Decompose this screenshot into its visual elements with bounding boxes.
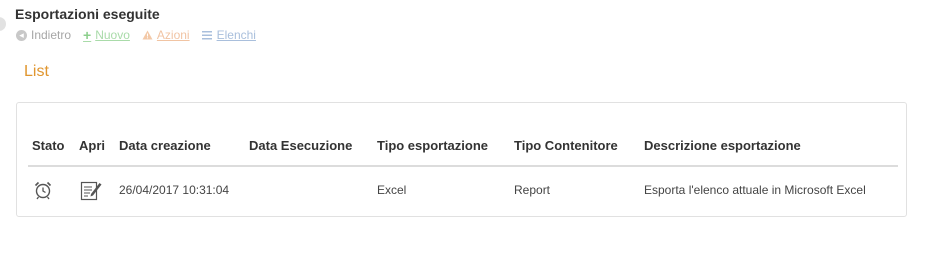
column-header-stato[interactable]: Stato	[32, 128, 65, 163]
arrow-left-circle-icon: ◂	[16, 29, 27, 41]
exports-table: Stato Apri Data creazione Data Esecuzion…	[28, 130, 898, 213]
status-cell	[32, 167, 54, 213]
edge-tab-circle	[0, 17, 6, 31]
column-header-apri[interactable]: Apri	[79, 128, 105, 163]
back-button[interactable]: ◂ Indietro	[16, 28, 71, 42]
column-header-descrizione[interactable]: Descrizione esportazione	[644, 128, 801, 163]
edit-document-icon[interactable]	[79, 179, 103, 201]
list-icon	[201, 30, 213, 40]
warning-icon	[142, 30, 153, 40]
alarm-clock-icon	[32, 179, 54, 201]
actions-button[interactable]: Azioni	[142, 28, 190, 42]
section-title: List	[24, 63, 49, 80]
open-cell	[79, 167, 103, 213]
column-header-data-esecuzione[interactable]: Data Esecuzione	[249, 128, 352, 163]
column-header-tipo-contenitore[interactable]: Tipo Contenitore	[514, 128, 618, 163]
lists-button[interactable]: Elenchi	[201, 28, 256, 42]
column-header-data-creazione[interactable]: Data creazione	[119, 128, 211, 163]
tipo-esportazione-cell: Excel	[377, 183, 407, 197]
back-label: Indietro	[31, 28, 72, 42]
descrizione-cell: Esporta l'elenco attuale in Microsoft Ex…	[644, 183, 866, 197]
column-header-tipo-esportazione[interactable]: Tipo esportazione	[377, 128, 488, 163]
lists-label: Elenchi	[216, 28, 256, 42]
table-row[interactable]: 26/04/2017 10:31:04 Excel Report Esporta…	[28, 167, 898, 213]
tipo-contenitore-cell: Report	[514, 183, 551, 197]
new-label: Nuovo	[95, 28, 130, 42]
toolbar: ◂ Indietro + Nuovo Azioni Elenchi	[16, 28, 268, 42]
table-header-row: Stato Apri Data creazione Data Esecuzion…	[28, 130, 898, 167]
data-creazione-cell: 26/04/2017 10:31:04	[119, 183, 230, 197]
page-title: Esportazioni eseguite	[15, 6, 160, 22]
new-button[interactable]: + Nuovo	[83, 28, 130, 42]
plus-icon: +	[83, 27, 92, 43]
actions-label: Azioni	[156, 28, 190, 42]
